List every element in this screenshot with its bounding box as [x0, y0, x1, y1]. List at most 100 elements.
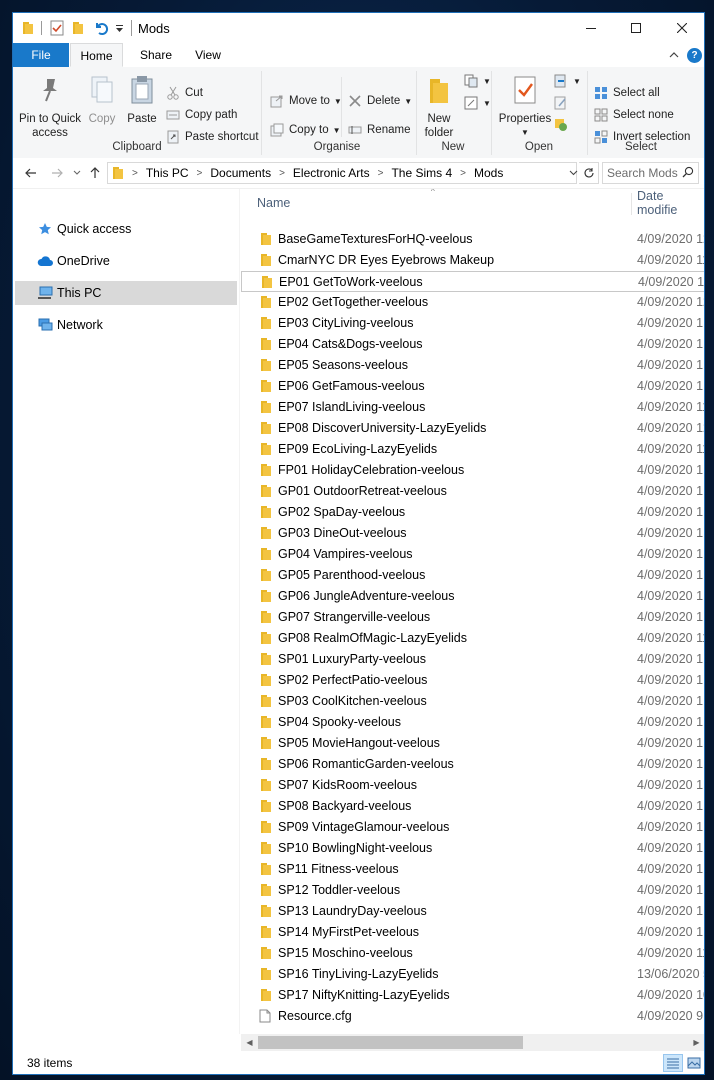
properties-button[interactable]: Properties ▼: [497, 75, 553, 140]
file-row[interactable]: SP08 Backyard-veelous 4/09/2020 1:3: [241, 796, 704, 817]
breadcrumb-documents[interactable]: Documents: [210, 166, 271, 180]
forward-button[interactable]: [47, 164, 67, 182]
column-divider[interactable]: [631, 193, 632, 215]
file-row[interactable]: GP05 Parenthood-veelous 4/09/2020 1:1: [241, 565, 704, 586]
maximize-button[interactable]: [613, 13, 659, 43]
copy-button[interactable]: Copy: [85, 75, 119, 126]
open-button[interactable]: ▼: [553, 71, 581, 91]
horizontal-scrollbar[interactable]: ◀ ▶: [241, 1034, 704, 1051]
file-row[interactable]: SP13 LaundryDay-veelous 4/09/2020 1:3: [241, 901, 704, 922]
scroll-thumb[interactable]: [258, 1036, 523, 1049]
file-row[interactable]: SP02 PerfectPatio-veelous 4/09/2020 1:2: [241, 670, 704, 691]
customize-toolbar-icon[interactable]: [114, 19, 124, 37]
easy-access-button[interactable]: ▼: [463, 93, 491, 113]
tab-view[interactable]: View: [189, 43, 227, 67]
select-none-button[interactable]: Select none: [593, 105, 674, 125]
rename-button[interactable]: Rename: [347, 120, 410, 140]
file-row[interactable]: SP04 Spooky-veelous 4/09/2020 1:2: [241, 712, 704, 733]
column-header-name[interactable]: Name: [257, 189, 290, 217]
breadcrumb-the-sims-4[interactable]: The Sims 4: [391, 166, 452, 180]
file-row[interactable]: GP02 SpaDay-veelous 4/09/2020 1:1: [241, 502, 704, 523]
nav-network[interactable]: Network: [15, 313, 237, 337]
up-button[interactable]: [85, 164, 105, 182]
new-folder-button[interactable]: New folder: [418, 75, 460, 140]
file-row[interactable]: EP06 GetFamous-veelous 4/09/2020 1:1: [241, 376, 704, 397]
copy-path-button[interactable]: Copy path: [165, 105, 237, 125]
file-row[interactable]: GP03 DineOut-veelous 4/09/2020 1:1: [241, 523, 704, 544]
nav-onedrive[interactable]: OneDrive: [15, 249, 237, 273]
pane-splitter[interactable]: [239, 189, 240, 1034]
file-row[interactable]: EP08 DiscoverUniversity-LazyEyelids 4/09/…: [241, 418, 704, 439]
tab-file[interactable]: File: [13, 43, 69, 67]
file-row[interactable]: GP08 RealmOfMagic-LazyEyelids 4/09/2020 1…: [241, 628, 704, 649]
breadcrumb-mods[interactable]: Mods: [474, 166, 503, 180]
paste-shortcut-button[interactable]: Paste shortcut: [165, 127, 259, 147]
address-toolbar: > This PC > Documents > Electronic Arts …: [13, 158, 704, 189]
file-row[interactable]: SP14 MyFirstPet-veelous 4/09/2020 1:3: [241, 922, 704, 943]
file-row[interactable]: BaseGameTexturesForHQ-veelous 4/09/2020 1…: [241, 229, 704, 250]
file-row[interactable]: GP01 OutdoorRetreat-veelous 4/09/2020 1:1: [241, 481, 704, 502]
file-row[interactable]: SP11 Fitness-veelous 4/09/2020 1:3: [241, 859, 704, 880]
help-icon[interactable]: ?: [687, 48, 702, 63]
delete-button[interactable]: Delete ▼: [347, 91, 412, 111]
new-item-button[interactable]: ▼: [463, 71, 491, 91]
file-row[interactable]: SP16 TinyLiving-LazyEyelids 13/06/2020 5: [241, 964, 704, 985]
scroll-right-icon[interactable]: ▶: [688, 1034, 704, 1051]
file-date-modified: 4/09/2020 1:1: [637, 358, 704, 372]
move-to-button[interactable]: Move to ▼: [269, 91, 342, 111]
history-button[interactable]: [553, 115, 573, 135]
properties-quick-icon[interactable]: [49, 19, 65, 37]
refresh-button[interactable]: [579, 162, 599, 184]
search-box[interactable]: Search Mods: [602, 162, 699, 184]
edit-button[interactable]: [553, 93, 573, 113]
file-row[interactable]: EP01 GetToWork-veelous 4/09/2020 12: [241, 271, 704, 292]
file-row[interactable]: GP07 Strangerville-veelous 4/09/2020 1:2: [241, 607, 704, 628]
details-view-button[interactable]: [663, 1054, 683, 1072]
file-row[interactable]: CmarNYC DR Eyes Eyebrows Makeup 4/09/2020…: [241, 250, 704, 271]
file-row[interactable]: GP04 Vampires-veelous 4/09/2020 1:1: [241, 544, 704, 565]
new-folder-quick-icon[interactable]: [71, 19, 85, 37]
undo-icon[interactable]: [93, 19, 109, 37]
column-header-date-modified[interactable]: Date modifie: [637, 189, 704, 217]
file-row[interactable]: SP07 KidsRoom-veelous 4/09/2020 1:3: [241, 775, 704, 796]
close-button[interactable]: [659, 13, 704, 43]
file-row[interactable]: SP05 MovieHangout-veelous 4/09/2020 1:3: [241, 733, 704, 754]
file-row[interactable]: SP12 Toddler-veelous 4/09/2020 1:3: [241, 880, 704, 901]
file-row[interactable]: EP04 Cats&Dogs-veelous 4/09/2020 1:0: [241, 334, 704, 355]
file-row[interactable]: FP01 HolidayCelebration-veelous 4/09/2020…: [241, 460, 704, 481]
select-all-button[interactable]: Select all: [593, 83, 660, 103]
file-row[interactable]: EP09 EcoLiving-LazyEyelids 4/09/2020 11: [241, 439, 704, 460]
file-row[interactable]: SP09 VintageGlamour-veelous 4/09/2020 1:3: [241, 817, 704, 838]
nav-quick-access[interactable]: Quick access: [15, 217, 237, 241]
pin-to-quick-access-button[interactable]: Pin to Quick access: [17, 75, 83, 140]
scroll-left-icon[interactable]: ◀: [241, 1034, 258, 1051]
file-row[interactable]: GP06 JungleAdventure-veelous 4/09/2020 1:…: [241, 586, 704, 607]
recent-locations-button[interactable]: [67, 164, 87, 182]
breadcrumb-electronic-arts[interactable]: Electronic Arts: [293, 166, 370, 180]
breadcrumb-this-pc[interactable]: This PC: [146, 166, 189, 180]
file-row[interactable]: EP02 GetTogether-veelous 4/09/2020 12: [241, 292, 704, 313]
file-row[interactable]: SP15 Moschino-veelous 4/09/2020 11: [241, 943, 704, 964]
file-row[interactable]: EP07 IslandLiving-veelous 4/09/2020 11: [241, 397, 704, 418]
file-row[interactable]: EP03 CityLiving-veelous 4/09/2020 1:0: [241, 313, 704, 334]
file-row[interactable]: SP01 LuxuryParty-veelous 4/09/2020 1:2: [241, 649, 704, 670]
copy-to-button[interactable]: Copy to ▼: [269, 120, 341, 140]
large-icons-view-button[interactable]: [684, 1054, 704, 1072]
file-row[interactable]: SP03 CoolKitchen-veelous 4/09/2020 1:2: [241, 691, 704, 712]
nav-this-pc[interactable]: This PC: [15, 281, 237, 305]
tab-home[interactable]: Home: [70, 43, 123, 67]
back-button[interactable]: [21, 164, 41, 182]
dropdown-arrow-icon: ▼: [483, 98, 491, 108]
tab-share[interactable]: Share: [135, 43, 177, 67]
paste-button[interactable]: Paste: [123, 75, 161, 126]
file-row[interactable]: SP17 NiftyKnitting-LazyEyelids 4/09/2020 …: [241, 985, 704, 1006]
minimize-button[interactable]: [568, 13, 614, 43]
file-row[interactable]: Resource.cfg 4/09/2020 9:4: [241, 1006, 704, 1027]
file-row[interactable]: EP05 Seasons-veelous 4/09/2020 1:1: [241, 355, 704, 376]
folder-icon: [259, 358, 273, 372]
address-bar[interactable]: > This PC > Documents > Electronic Arts …: [107, 162, 577, 184]
file-row[interactable]: SP06 RomanticGarden-veelous 4/09/2020 1:3: [241, 754, 704, 775]
cut-button[interactable]: Cut: [165, 83, 203, 103]
collapse-ribbon-icon[interactable]: [666, 47, 682, 63]
file-row[interactable]: SP10 BowlingNight-veelous 4/09/2020 1:3: [241, 838, 704, 859]
